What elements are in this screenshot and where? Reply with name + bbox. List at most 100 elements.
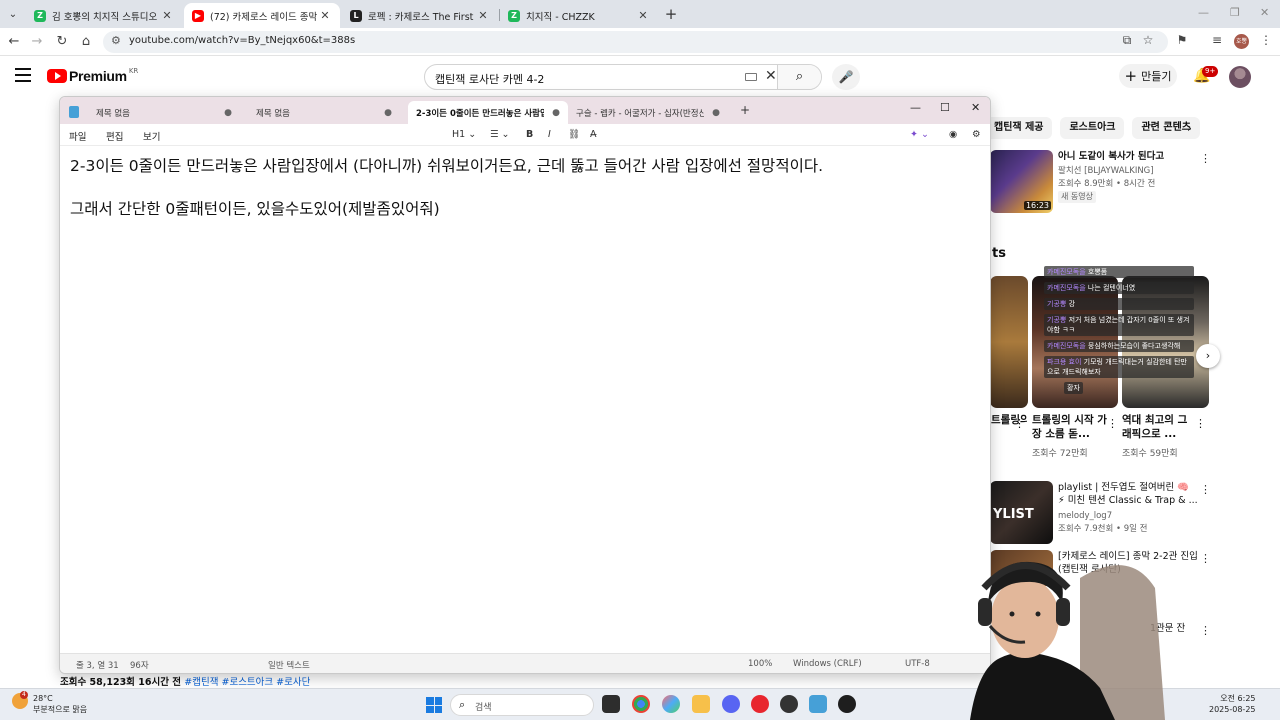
forward-arrow-icon[interactable]: → <box>28 33 46 51</box>
more-actions-icon[interactable]: ⋮ <box>1200 552 1211 565</box>
copilot-icon[interactable]: ✦ ⌄ <box>910 129 929 140</box>
chevron-right-icon[interactable]: › <box>1187 121 1192 135</box>
close-tab-icon[interactable]: ✕ <box>318 9 332 22</box>
more-actions-icon[interactable]: ⋮ <box>1200 152 1211 165</box>
app-s-icon[interactable] <box>751 695 769 713</box>
notepad-editor[interactable]: 2-3이든 0줄이든 만드러놓은 사람입장에서 (다아니까) 쉬워보이거든요, … <box>70 155 980 241</box>
notepad-tab[interactable]: 구슬 - 렙카 - 어굴저가 - 십자(반정산 ● <box>568 101 728 124</box>
hamburger-menu-icon[interactable] <box>15 68 31 82</box>
more-actions-icon[interactable]: ⋮ <box>1200 624 1211 637</box>
link-icon[interactable]: ⛓ <box>568 129 580 140</box>
notepad-new-tab-icon[interactable]: + <box>740 103 750 117</box>
zoom-level[interactable]: 100% <box>748 659 772 669</box>
notepad-taskbar-icon[interactable] <box>809 695 827 713</box>
unsaved-dot-icon[interactable]: ● <box>552 108 560 118</box>
bold-icon[interactable]: B <box>526 129 533 140</box>
playlist-thumbnail[interactable]: YLIST <box>990 481 1053 544</box>
chip-lostark[interactable]: 로스트아크 <box>1060 117 1125 139</box>
restore-icon[interactable]: ❐ <box>1230 6 1240 19</box>
voice-search-mic-icon[interactable]: 🎤 <box>832 64 860 90</box>
site-info-icon[interactable]: ⚙ <box>111 34 121 47</box>
browser-profile-avatar[interactable]: 호뽕 <box>1234 34 1249 49</box>
browser-tab-youtube[interactable]: ▶ (72) 카제로스 레이드 종막 더블 ✕ <box>184 3 340 28</box>
discord-icon[interactable] <box>722 695 740 713</box>
notepad-tab-active[interactable]: 2-3이든 0줄이든 만드러놓은 사람입 ● <box>408 101 568 124</box>
encoding[interactable]: UTF-8 <box>905 659 930 669</box>
line-ending[interactable]: Windows (CRLF) <box>793 659 862 669</box>
browser-tab-chzzk[interactable]: Z 치지직 - CHZZK ✕ <box>500 3 658 28</box>
close-window-icon[interactable]: ✕ <box>1260 6 1269 19</box>
system-clock[interactable]: 오전 6:25 2025-08-25 <box>1209 693 1256 715</box>
menu-file[interactable]: 파일 <box>69 129 86 143</box>
playlist-channel[interactable]: melody_log7 <box>1058 510 1112 522</box>
short-title[interactable]: 역대 최고의 그래픽으로 ... <box>1122 413 1194 441</box>
obs-icon[interactable] <box>780 695 798 713</box>
notepad-close-icon[interactable]: ✕ <box>971 101 980 114</box>
unsaved-dot-icon[interactable]: ● <box>224 108 232 118</box>
minimize-icon[interactable]: — <box>1198 6 1209 19</box>
address-bar[interactable]: ⚙ youtube.com/watch?v=By_tNejqx60&t=388s <box>103 31 1168 53</box>
create-button[interactable]: + 만들기 <box>1119 64 1177 88</box>
recommended-playlist[interactable]: YLIST playlist | 전두엽도 절여버린 🧠 ⚡ 미친 텐션 Cla… <box>990 481 1215 545</box>
heading-dropdown[interactable]: H1 ⌄ <box>452 129 476 140</box>
video-title[interactable]: 아니 도같이 복사가 된다고 <box>1058 150 1198 163</box>
close-tab-icon[interactable]: ✕ <box>476 9 490 22</box>
more-actions-icon[interactable]: ⋮ <box>1107 417 1118 430</box>
back-arrow-icon[interactable]: ← <box>5 33 23 51</box>
short-thumbnail[interactable] <box>990 276 1028 408</box>
chrome-icon[interactable] <box>632 695 650 713</box>
menu-view[interactable]: 보기 <box>143 129 160 143</box>
short-title[interactable]: 트롤링의 시작 가장 소름 돋... <box>1032 413 1110 441</box>
clear-search-icon[interactable]: ✕ <box>765 68 777 84</box>
unsaved-dot-icon[interactable]: ● <box>712 108 720 118</box>
chip-captain-jack[interactable]: 캡틴잭 제공 <box>985 117 1053 139</box>
shorts-next-icon[interactable]: › <box>1196 344 1220 368</box>
keyboard-icon[interactable] <box>745 73 757 81</box>
taskbar-search[interactable]: ⌕ 검색 <box>450 694 594 716</box>
list-format-icon[interactable]: ☰ ⌄ <box>490 129 510 140</box>
more-actions-icon[interactable]: ⋮ <box>1195 417 1206 430</box>
search-button[interactable]: ⌕ <box>777 65 821 89</box>
video-thumbnail[interactable]: 16:23 <box>990 150 1053 213</box>
home-icon[interactable]: ⌂ <box>77 33 95 51</box>
unsaved-dot-icon[interactable]: ● <box>384 108 392 118</box>
bookmark-star-icon[interactable]: ☆ <box>1140 33 1156 47</box>
youtube-premium-logo[interactable]: Premium KR <box>47 67 138 84</box>
copilot-taskbar-icon[interactable] <box>662 695 680 713</box>
notepad-tab[interactable]: 제목 없음 ● <box>248 101 400 124</box>
windows-start-icon[interactable] <box>426 697 442 713</box>
weather-widget[interactable]: 28°C 부분적으로 맑음 <box>33 693 87 715</box>
new-tab-button[interactable]: + <box>662 5 680 23</box>
notepad-maximize-icon[interactable]: ☐ <box>940 101 950 114</box>
browser-tab-lopec[interactable]: L 로펙 : 카제로스 The First 현황 ✕ <box>342 3 498 28</box>
channel-name[interactable]: 팔치선 [BLJAYWALKING] <box>1058 165 1154 177</box>
browser-menu-icon[interactable]: ⋮ <box>1258 33 1274 47</box>
more-actions-icon[interactable]: ⋮ <box>1200 483 1211 496</box>
search-input[interactable]: 캡틴잭 로사단 카멘 4-2 <box>435 71 544 87</box>
video-hashtags[interactable]: #캡틴잭 #로스트아크 #로사단 <box>184 677 310 688</box>
media-player-icon[interactable] <box>838 695 856 713</box>
youtube-account-avatar[interactable] <box>1229 66 1251 88</box>
tab-search-chevron-icon[interactable]: ⌄ <box>4 5 22 23</box>
text-mode[interactable]: 일반 텍스트 <box>268 659 310 671</box>
reload-icon[interactable]: ↻ <box>53 33 71 51</box>
more-actions-icon[interactable]: ⋮ <box>1014 417 1025 430</box>
menu-edit[interactable]: 편집 <box>106 129 123 143</box>
browser-tab-chzzk-studio[interactable]: Z 김 호뽕의 치지직 스튜디오 ✕ <box>26 3 182 28</box>
youtube-search-box[interactable]: 캡틴잭 로사단 카멘 4-2 ✕ ⌕ <box>424 64 822 90</box>
clear-format-icon[interactable]: A̶ <box>590 129 597 140</box>
account-icon[interactable]: ◉ <box>949 129 957 140</box>
cast-icon[interactable]: ⧉ <box>1119 33 1135 48</box>
close-tab-icon[interactable]: ✕ <box>160 9 174 22</box>
notepad-minimize-icon[interactable]: — <box>910 101 921 114</box>
settings-gear-icon[interactable]: ⚙ <box>972 129 981 140</box>
task-view-icon[interactable] <box>602 695 620 713</box>
extensions-icon[interactable]: ⚑ <box>1174 33 1190 47</box>
file-explorer-icon[interactable] <box>692 695 710 713</box>
notepad-tab[interactable]: 제목 없음 ● <box>88 101 240 124</box>
recommended-video[interactable]: 16:23 아니 도같이 복사가 된다고 팔치선 [BLJAYWALKING] … <box>990 150 1215 216</box>
reading-list-icon[interactable]: ≡ <box>1209 33 1225 47</box>
close-tab-icon[interactable]: ✕ <box>636 9 650 22</box>
playlist-title[interactable]: playlist | 전두엽도 절여버린 🧠 ⚡ 미친 텐션 Classic &… <box>1058 481 1198 507</box>
italic-icon[interactable]: I <box>548 129 551 140</box>
